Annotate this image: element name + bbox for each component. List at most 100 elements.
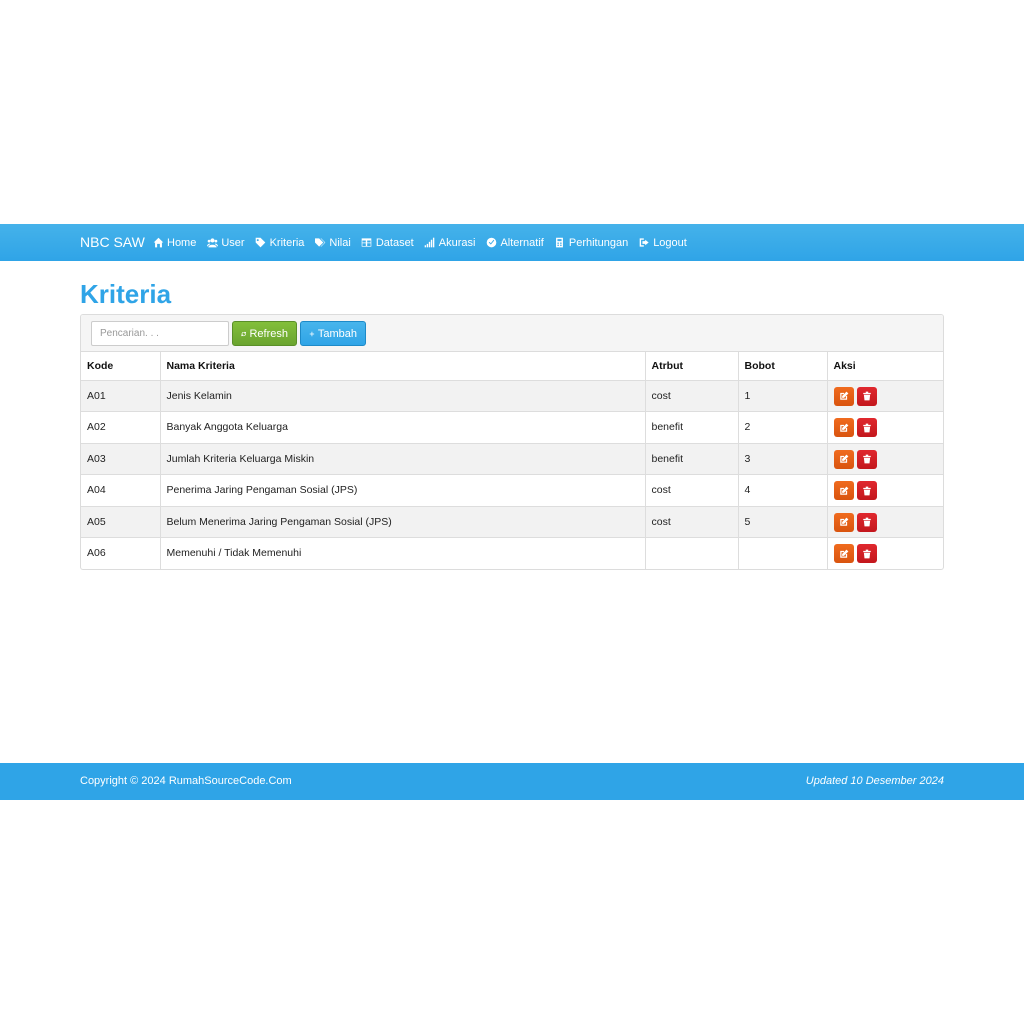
- refresh-button-label: Refresh: [249, 327, 288, 340]
- cell-nama: Jumlah Kriteria Keluarga Miskin: [160, 442, 646, 475]
- table-row: A02 Banyak Anggota Keluarga benefit 2: [81, 411, 943, 444]
- edit-icon: [839, 454, 848, 463]
- delete-button[interactable]: [856, 512, 877, 532]
- cell-kode: A05: [81, 505, 161, 538]
- cell-kode: A03: [81, 442, 161, 475]
- nav-menu: Home User Kriteria Nilai Dataset Akurasi…: [152, 224, 697, 261]
- signal-icon: [424, 237, 436, 249]
- toolbar: Refresh Tambah: [81, 315, 943, 352]
- cell-bobot: 3: [738, 442, 828, 475]
- edit-icon: [839, 518, 848, 527]
- edit-icon: [839, 391, 848, 400]
- nav-item-kriteria[interactable]: Kriteria: [255, 236, 305, 249]
- column-header-kode[interactable]: Kode: [81, 352, 161, 381]
- cell-nama: Banyak Anggota Keluarga: [160, 411, 646, 444]
- navbar-brand[interactable]: NBC SAW: [80, 224, 145, 261]
- cell-kode: A01: [81, 379, 161, 412]
- table-row: A05 Belum Menerima Jaring Pengaman Sosia…: [81, 505, 943, 538]
- column-header-bobot[interactable]: Bobot: [738, 352, 828, 381]
- delete-button[interactable]: [856, 481, 877, 501]
- edit-button[interactable]: [833, 544, 854, 564]
- nav-item-label: Home: [167, 236, 197, 249]
- table-row: A03 Jumlah Kriteria Keluarga Miskin bene…: [81, 442, 943, 475]
- cell-aksi: [827, 411, 943, 444]
- table-row: A06 Memenuhi / Tidak Memenuhi: [81, 537, 943, 569]
- plus-icon: [309, 331, 315, 336]
- add-button-label: Tambah: [317, 327, 357, 340]
- cell-aksi: [827, 442, 943, 475]
- edit-button[interactable]: [833, 449, 854, 469]
- cell-kode: A02: [81, 411, 161, 444]
- kriteria-panel: Refresh Tambah Kode Nama Kriteria Atrbut…: [80, 314, 944, 570]
- cell-atribut: benefit: [645, 411, 739, 444]
- nav-item-perhitungan[interactable]: Perhitungan: [554, 237, 628, 249]
- nav-item-label: Logout: [653, 236, 687, 249]
- column-header-atribut[interactable]: Atrbut: [645, 352, 739, 381]
- edit-button[interactable]: [833, 512, 854, 532]
- delete-button[interactable]: [856, 544, 877, 564]
- cell-atribut: cost: [645, 379, 739, 412]
- tag-icon: [255, 237, 267, 249]
- cell-aksi: [827, 537, 943, 569]
- cell-bobot: 5: [738, 505, 828, 538]
- delete-button[interactable]: [856, 386, 877, 406]
- nav-item-label: Dataset: [375, 236, 414, 249]
- cell-atribut: [645, 537, 739, 569]
- tags-icon: [314, 237, 326, 249]
- table-row: A01 Jenis Kelamin cost 1: [81, 379, 943, 412]
- trash-icon: [862, 549, 871, 559]
- delete-button[interactable]: [856, 418, 877, 438]
- nav-item-logout[interactable]: Logout: [638, 237, 687, 249]
- table-icon: [361, 237, 373, 249]
- navbar: NBC SAW Home User Kriteria Nilai Dataset…: [0, 224, 1024, 261]
- home-icon: [152, 237, 164, 249]
- trash-icon: [862, 391, 871, 401]
- cell-nama: Belum Menerima Jaring Pengaman Sosial (J…: [160, 505, 646, 538]
- cell-bobot: 1: [738, 379, 828, 412]
- calculator-icon: [554, 237, 566, 249]
- cell-atribut: cost: [645, 474, 739, 507]
- refresh-icon: [241, 331, 247, 336]
- trash-icon: [862, 518, 871, 527]
- search-input[interactable]: [91, 321, 229, 346]
- edit-button[interactable]: [833, 481, 854, 501]
- cell-kode: A04: [81, 474, 161, 507]
- edit-icon: [839, 549, 848, 558]
- refresh-button[interactable]: Refresh: [232, 321, 297, 346]
- edit-button[interactable]: [833, 386, 854, 406]
- trash-icon: [862, 454, 871, 464]
- page-title: Kriteria: [80, 279, 172, 309]
- nav-item-user[interactable]: User: [206, 236, 245, 249]
- users-icon: [206, 237, 218, 249]
- cell-nama: Jenis Kelamin: [160, 379, 646, 412]
- nav-item-label: User: [221, 236, 245, 249]
- edit-button[interactable]: [833, 418, 854, 438]
- edit-icon: [839, 486, 848, 495]
- footer-copyright: Copyright © 2024 RumahSourceCode.Com: [80, 775, 292, 787]
- cell-aksi: [827, 379, 943, 412]
- edit-icon: [839, 423, 848, 432]
- table-header-row: Kode Nama Kriteria Atrbut Bobot Aksi: [81, 352, 943, 381]
- cell-kode: A06: [81, 537, 161, 569]
- table-row: A04 Penerima Jaring Pengaman Sosial (JPS…: [81, 474, 943, 507]
- nav-item-alternatif[interactable]: Alternatif: [485, 236, 544, 249]
- cell-aksi: [827, 474, 943, 507]
- delete-button[interactable]: [856, 449, 877, 469]
- check-circle-icon: [485, 237, 497, 249]
- nav-item-label: Perhitungan: [568, 236, 629, 249]
- nav-item-nilai[interactable]: Nilai: [314, 236, 351, 249]
- nav-item-label: Akurasi: [438, 236, 476, 249]
- footer-updated: Updated 10 Desember 2024: [805, 775, 944, 787]
- cell-atribut: cost: [645, 505, 739, 538]
- cell-nama: Penerima Jaring Pengaman Sosial (JPS): [160, 474, 646, 507]
- add-button[interactable]: Tambah: [300, 321, 366, 346]
- nav-item-dataset[interactable]: Dataset: [361, 237, 414, 249]
- nav-item-akurasi[interactable]: Akurasi: [424, 236, 476, 249]
- cell-bobot: 4: [738, 474, 828, 507]
- nav-item-label: Kriteria: [269, 236, 305, 249]
- nav-item-label: Nilai: [329, 236, 351, 249]
- column-header-nama[interactable]: Nama Kriteria: [160, 352, 646, 381]
- nav-item-label: Alternatif: [500, 236, 544, 249]
- footer: Copyright © 2024 RumahSourceCode.Com Upd…: [0, 763, 1024, 800]
- nav-item-home[interactable]: Home: [152, 237, 196, 249]
